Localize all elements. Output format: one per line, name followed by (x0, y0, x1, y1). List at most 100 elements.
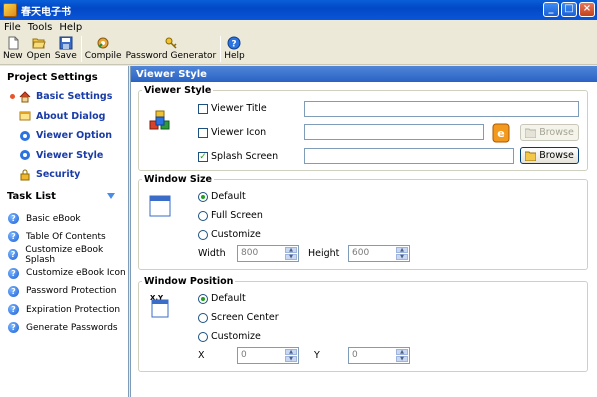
size-fullscreen-radio-row[interactable]: Full Screen (198, 210, 263, 221)
main-panel: Viewer Style Viewer Style Viewer Title V… (130, 66, 597, 397)
menu-file[interactable]: File (4, 22, 21, 33)
question-icon: ? (8, 304, 19, 316)
sidebar-item-security[interactable]: Security (0, 165, 128, 185)
x-stepper[interactable]: 0 ▲ ▼ (237, 347, 299, 364)
compile-button[interactable]: Compile (85, 35, 122, 61)
close-button[interactable]: × (579, 2, 595, 17)
task-customize-ebook-splash[interactable]: ? Customize eBook Splash (0, 245, 128, 265)
question-icon: ? (8, 285, 19, 297)
width-down-icon[interactable]: ▼ (285, 254, 297, 260)
question-icon: ? (8, 249, 19, 261)
minimize-button[interactable]: _ (543, 2, 559, 17)
svg-text:?: ? (232, 40, 237, 50)
open-button[interactable]: Open (27, 35, 51, 61)
sidebar-item-viewer-option[interactable]: Viewer Option (0, 126, 128, 146)
window-size-legend: Window Size (144, 174, 212, 185)
style-icon (20, 150, 30, 161)
x-up-icon[interactable]: ▲ (285, 349, 297, 355)
task-basic-ebook[interactable]: ? Basic eBook (0, 210, 128, 228)
project-settings-nav: Basic Settings About Dialog Viewer Optio… (0, 87, 128, 185)
maximize-button[interactable]: □ (561, 2, 577, 17)
x-down-icon[interactable]: ▼ (285, 356, 297, 362)
height-stepper[interactable]: 600 ▲ ▼ (348, 245, 410, 262)
size-default-radio-row[interactable]: Default (198, 191, 246, 202)
splash-browse-button[interactable]: Browse (520, 147, 579, 164)
folder-icon (525, 151, 537, 161)
toolbar: New Open Save Compile Password Generator… (0, 35, 597, 65)
sidebar-item-viewer-style[interactable]: Viewer Style (0, 146, 128, 166)
y-stepper[interactable]: 0 ▲ ▼ (348, 347, 410, 364)
project-settings-title: Project Settings (7, 72, 98, 83)
size-default-radio[interactable] (198, 191, 208, 202)
window-position-group: Window Position X,Y Default Screen Cente… (138, 276, 588, 372)
x-label: X (198, 350, 205, 361)
selected-bullet-icon (10, 94, 15, 100)
task-generate-passwords[interactable]: ? Generate Passwords (0, 319, 128, 337)
open-folder-icon (32, 38, 46, 49)
task-password-protection[interactable]: ? Password Protection (0, 282, 128, 300)
splash-screen-input[interactable] (304, 148, 514, 164)
question-icon: ? (8, 231, 19, 243)
help-icon: ? (227, 36, 241, 50)
title-bar[interactable]: 春天电子书 _ □ × (0, 0, 597, 20)
height-down-icon[interactable]: ▼ (396, 254, 408, 260)
task-list: ? Basic eBook ? Table Of Contents ? Customi… (0, 210, 128, 337)
viewer-title-checkbox-row[interactable]: Viewer Title (198, 103, 267, 114)
toolbar-separator (220, 36, 222, 62)
splash-screen-checkbox[interactable]: ✓ (198, 151, 208, 162)
viewer-icon-input[interactable] (304, 124, 484, 140)
size-fullscreen-radio[interactable] (198, 210, 208, 221)
position-customize-radio-row[interactable]: Customize (198, 331, 261, 342)
sidebar-item-basic-settings[interactable]: Basic Settings (0, 87, 128, 107)
viewer-icon-browse-button[interactable]: Browse (520, 124, 579, 141)
window-position-icon: X,Y (150, 294, 169, 318)
toolbar-separator (80, 36, 82, 62)
question-icon: ? (8, 213, 19, 225)
position-center-radio-row[interactable]: Screen Center (198, 312, 279, 323)
option-icon (20, 130, 30, 141)
left-panel: Project Settings Basic Settings About Di… (0, 66, 129, 397)
new-file-icon (8, 36, 19, 50)
position-default-radio-row[interactable]: Default (198, 293, 246, 304)
save-button[interactable]: Save (55, 35, 77, 61)
viewer-title-input[interactable] (304, 101, 579, 117)
height-up-icon[interactable]: ▲ (396, 247, 408, 253)
save-disk-icon (59, 36, 73, 50)
splash-screen-checkbox-row[interactable]: ✓ Splash Screen (198, 151, 278, 162)
window-position-legend: Window Position (144, 276, 234, 287)
menu-bar: File Tools Help (0, 20, 597, 35)
y-label: Y (314, 350, 320, 361)
viewer-title-checkbox[interactable] (198, 103, 208, 114)
task-customize-ebook-icon[interactable]: ? Customize eBook Icon (0, 264, 128, 282)
password-generator-button[interactable]: Password Generator (126, 35, 216, 61)
help-button[interactable]: ? Help (224, 35, 245, 61)
viewer-icon-checkbox[interactable] (198, 127, 208, 138)
size-customize-radio[interactable] (198, 229, 208, 240)
dialog-icon (19, 111, 31, 121)
collapse-arrow-icon[interactable] (106, 191, 116, 201)
folder-icon (525, 128, 537, 138)
task-expiration-protection[interactable]: ? Expiration Protection (0, 300, 128, 318)
width-stepper[interactable]: 800 ▲ ▼ (237, 245, 299, 262)
task-list-header: Task List (0, 185, 128, 206)
position-customize-radio[interactable] (198, 331, 208, 342)
viewer-style-group: Viewer Style Viewer Title Viewer Icon e … (138, 85, 588, 171)
ebook-icon-preview: e (492, 123, 510, 143)
y-down-icon[interactable]: ▼ (396, 356, 408, 362)
menu-help[interactable]: Help (59, 22, 82, 33)
size-customize-radio-row[interactable]: Customize (198, 229, 261, 240)
task-table-of-contents[interactable]: ? Table Of Contents (0, 228, 128, 246)
y-up-icon[interactable]: ▲ (396, 349, 408, 355)
width-up-icon[interactable]: ▲ (285, 247, 297, 253)
viewer-icon-checkbox-row[interactable]: Viewer Icon (198, 127, 266, 138)
page-title: Viewer Style (131, 66, 597, 82)
height-label: Height (308, 248, 340, 259)
svg-text:e: e (497, 127, 504, 140)
new-button[interactable]: New (3, 35, 23, 61)
position-center-radio[interactable] (198, 312, 208, 323)
viewer-style-legend: Viewer Style (144, 85, 212, 96)
sidebar-item-about-dialog[interactable]: About Dialog (0, 107, 128, 127)
position-default-radio[interactable] (198, 293, 208, 304)
cubes-icon (149, 110, 170, 130)
menu-tools[interactable]: Tools (28, 22, 53, 33)
